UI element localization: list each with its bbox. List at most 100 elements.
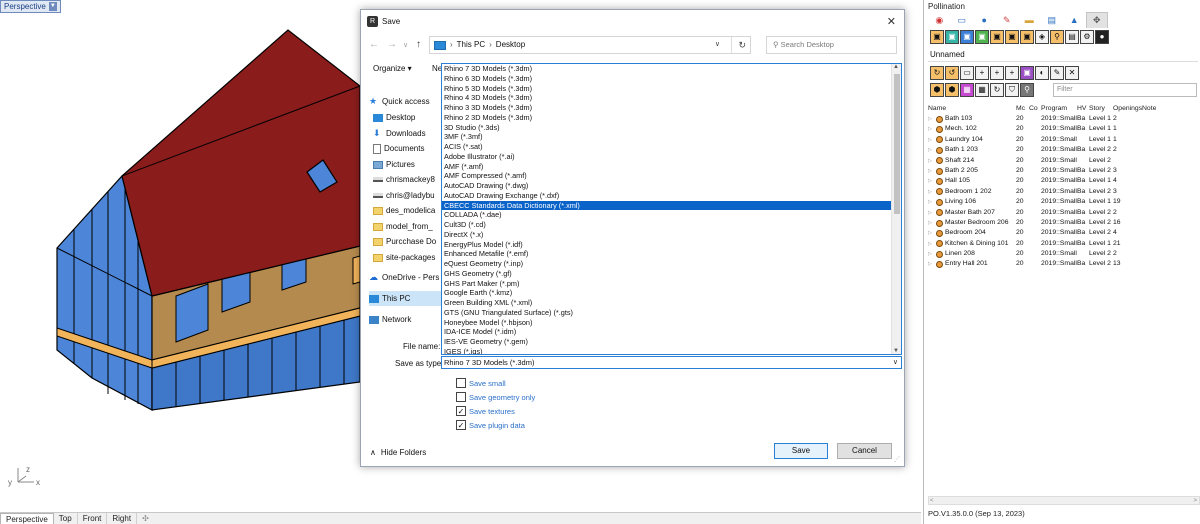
file-type-option[interactable]: COLLADA (*.dae) xyxy=(442,210,901,220)
dialog-titlebar[interactable]: R Save ✕ xyxy=(361,10,904,34)
file-type-option[interactable]: Adobe Illustrator (*.ai) xyxy=(442,152,901,162)
save-as-type-select[interactable]: Rhino 7 3D Models (*.3dm) ∨ xyxy=(441,356,902,369)
aperture-cube-icon[interactable]: ▣ xyxy=(975,30,989,44)
close-icon[interactable]: ✕ xyxy=(887,15,896,28)
file-type-option[interactable]: eQuest Geometry (*.inp) xyxy=(442,259,901,269)
col-story[interactable]: Story xyxy=(1089,103,1113,114)
color-wheel-icon[interactable]: ◉ xyxy=(928,12,951,28)
horizontal-scrollbar[interactable]: < > xyxy=(928,496,1200,505)
search-model-icon[interactable]: ⚲ xyxy=(1050,30,1064,44)
save-button[interactable]: Save xyxy=(774,443,828,459)
table-row[interactable]: ▷ Laundry 104 20 2019::SmallOffice::S Level … xyxy=(928,135,1200,145)
room-sync-icon[interactable]: ↺ xyxy=(945,66,959,80)
file-type-option[interactable]: IES-VE Geometry (*.gem) xyxy=(442,337,901,347)
file-type-dropdown-list[interactable]: Rhino 7 3D Models (*.3dm) Rhino 6 3D Mode… xyxy=(441,63,902,355)
viewport-title[interactable]: Perspective ▼ xyxy=(0,0,61,13)
filter-icon[interactable]: ⛉ xyxy=(1005,83,1019,97)
organize-button[interactable]: Organize ▾ xyxy=(373,64,412,73)
save-option[interactable]: ✓ Save textures xyxy=(456,405,515,417)
checkbox[interactable]: ✓ xyxy=(456,406,466,416)
room-group-icon[interactable]: ⬢ xyxy=(945,83,959,97)
add-aperture-icon[interactable]: + xyxy=(990,66,1004,80)
room-refresh-icon[interactable]: ↻ xyxy=(930,66,944,80)
file-type-option[interactable]: ACIS (*.sat) xyxy=(442,142,901,152)
table-row[interactable]: ▷ Linen 208 20 2019::SmallOffice::S Level 22 xyxy=(928,249,1200,259)
globe-icon[interactable]: ● xyxy=(973,12,996,28)
search-icon[interactable]: ⚲ xyxy=(1020,83,1034,97)
properties-icon[interactable]: ▤ xyxy=(1065,30,1079,44)
file-type-option[interactable]: Rhino 7 3D Models (*.3dm) xyxy=(442,64,901,74)
gear-icon[interactable]: ⚙ xyxy=(1080,30,1094,44)
tab-right[interactable]: Right xyxy=(107,512,138,524)
col-hv[interactable]: HV xyxy=(1077,103,1089,114)
expand-icon[interactable]: ▷ xyxy=(928,249,934,259)
file-type-option[interactable]: Rhino 5 3D Models (*.3dm) xyxy=(442,84,901,94)
table-row[interactable]: ▷ Bath 2 205 20 2019::SmallOffice::FBaLevel… xyxy=(928,166,1200,176)
tab-front[interactable]: Front xyxy=(78,512,108,524)
model-cube-icon[interactable]: ▣ xyxy=(930,30,944,44)
expand-icon[interactable]: ▷ xyxy=(928,228,934,238)
col-program[interactable]: Program xyxy=(1041,103,1077,114)
save-option[interactable]: ✓ Save plugin data xyxy=(456,419,525,431)
expand-icon[interactable]: ▷ xyxy=(928,197,934,207)
file-type-option[interactable]: DirectX (*.x) xyxy=(442,230,901,240)
scroll-down-icon[interactable]: ▼ xyxy=(893,348,899,354)
file-type-option[interactable]: Green Building XML (*.xml) xyxy=(442,298,901,308)
refresh-icon[interactable]: ↻ xyxy=(990,83,1004,97)
room-cube-icon[interactable]: ▣ xyxy=(945,30,959,44)
table-row[interactable]: ▷ Bath 1 203 20 2019::SmallOffice::FBaLevel… xyxy=(928,145,1200,155)
forward-arrow-icon[interactable]: → xyxy=(387,39,397,50)
view-room-icon[interactable]: ◐ xyxy=(1035,66,1049,80)
file-type-option[interactable]: IDA-ICE Model (*.idm) xyxy=(442,327,901,337)
file-type-option[interactable]: Enhanced Metafile (*.emf) xyxy=(442,249,901,259)
chevron-down-icon[interactable]: ▼ xyxy=(48,2,57,11)
file-type-option[interactable]: AMF (*.amf) xyxy=(442,162,901,172)
filter-input[interactable]: Filter xyxy=(1053,83,1197,97)
search-input[interactable]: ⚲ Search Desktop xyxy=(766,36,897,54)
tab-perspective[interactable]: Perspective xyxy=(0,512,54,524)
table-row[interactable]: ▷ Master Bath 207 20 2019::SmallOffice::FBa… xyxy=(928,208,1200,218)
table-row[interactable]: ▷ Kitchen & Dining 101 20 2019::SmallOffice… xyxy=(928,239,1200,249)
save-option[interactable]: Save geometry only xyxy=(456,391,535,403)
expand-icon[interactable]: ▷ xyxy=(928,114,934,124)
up-arrow-icon[interactable]: ↑ xyxy=(416,39,421,50)
file-type-option[interactable]: AMF Compressed (*.amf) xyxy=(442,171,901,181)
scroll-up-icon[interactable]: ▲ xyxy=(893,64,899,70)
file-type-option[interactable]: Rhino 2 3D Models (*.3dm) xyxy=(442,113,901,123)
help-icon[interactable]: ● xyxy=(1095,30,1109,44)
table-row[interactable]: ▷ Hall 105 20 2019::SmallOffice::CBaLevel 1… xyxy=(928,176,1200,186)
file-type-option[interactable]: Cult3D (*.cd) xyxy=(442,220,901,230)
refresh-icon[interactable]: ↻ xyxy=(731,37,746,53)
expand-icon[interactable]: ▷ xyxy=(928,218,934,228)
file-type-option[interactable]: GHS Geometry (*.gf) xyxy=(442,269,901,279)
back-arrow-icon[interactable]: ← xyxy=(369,39,379,50)
file-type-option[interactable]: AutoCAD Drawing (*.dwg) xyxy=(442,181,901,191)
expand-icon[interactable]: ▷ xyxy=(928,145,934,155)
table-row[interactable]: ▷ Shaft 214 20 2019::SmallOffice::S Level 2 xyxy=(928,156,1200,166)
delete-room-icon[interactable]: ✕ xyxy=(1065,66,1079,80)
tab-top[interactable]: Top xyxy=(54,512,78,524)
col-name[interactable]: Name xyxy=(928,103,1016,114)
hide-folders-button[interactable]: ∧ Hide Folders xyxy=(370,448,426,457)
expand-icon[interactable]: ▷ xyxy=(928,156,934,166)
expand-icon[interactable]: ▷ xyxy=(928,176,934,186)
expand-icon[interactable]: ▷ xyxy=(928,259,934,269)
file-type-option[interactable]: GTS (GNU Triangulated Surface) (*.gts) xyxy=(442,308,901,318)
checkbox[interactable]: ✓ xyxy=(456,420,466,430)
dropdown-scrollbar[interactable]: ▲ ▼ xyxy=(891,64,901,354)
file-type-option[interactable]: Google Earth (*.kmz) xyxy=(442,288,901,298)
col-notes[interactable]: Notes xyxy=(1142,103,1156,114)
add-door-icon[interactable]: + xyxy=(1005,66,1019,80)
file-type-option[interactable]: GHS Part Maker (*.pm) xyxy=(442,279,901,289)
checkbox[interactable] xyxy=(456,378,466,388)
file-type-option[interactable]: Honeybee Model (*.hbjson) xyxy=(442,318,901,328)
validate-icon[interactable]: ◈ xyxy=(1035,30,1049,44)
table-row[interactable]: ▷ Entry Hall 201 20 2019::SmallOffice::CBaL… xyxy=(928,259,1200,269)
file-type-option[interactable]: EnergyPlus Model (*.idf) xyxy=(442,240,901,250)
expand-icon[interactable]: ▷ xyxy=(928,208,934,218)
breadcrumb-desktop[interactable]: Desktop xyxy=(496,37,525,53)
expand-icon[interactable]: ▷ xyxy=(928,124,934,134)
file-type-option[interactable]: Rhino 3 3D Models (*.3dm) xyxy=(442,103,901,113)
col-co[interactable]: Co xyxy=(1029,103,1041,114)
expand-icon[interactable]: ▷ xyxy=(928,239,934,249)
